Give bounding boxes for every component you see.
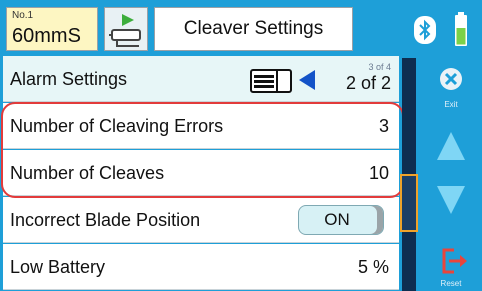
reset-label: Reset [440, 279, 462, 288]
list-item-label: Number of Cleaves [10, 163, 165, 183]
program-name: 60mmS [12, 25, 81, 47]
exit-label: Exit [444, 100, 458, 109]
page-indicator: 3 of 4 2 of 2 [346, 62, 391, 94]
list-icon[interactable] [250, 68, 292, 94]
blade-position-toggle[interactable]: ON [298, 205, 384, 235]
list-header: Alarm Settings 3 of 4 2 of 2 [3, 56, 399, 102]
page-total-small: 3 of 4 [368, 62, 391, 72]
list-item-cleaves[interactable]: Number of Cleaves 10 [3, 150, 399, 196]
program-number: No.1 [12, 10, 34, 21]
list-item-value: 3 [378, 116, 389, 136]
page-current: 2 of 2 [345, 73, 391, 93]
list-item-cleaving-errors[interactable]: Number of Cleaving Errors 3 [3, 103, 399, 149]
logout-icon [442, 248, 467, 274]
screen: No.1 60mmS Cleaver Settings Alarm Settin… [0, 0, 482, 291]
settings-list: Alarm Settings 3 of 4 2 of 2 Number of C… [3, 56, 399, 291]
scroll-up-button[interactable] [420, 124, 482, 180]
triangle-down-icon [437, 186, 465, 214]
close-circle-icon [440, 68, 462, 90]
scrollbar-thumb[interactable] [400, 174, 418, 232]
list-item-value: 10 [368, 163, 389, 183]
triangle-up-icon [437, 132, 465, 160]
bluetooth-icon [414, 16, 436, 44]
list-item-blade-position: Incorrect Blade Position ON [3, 197, 399, 243]
page-title: Cleaver Settings [154, 7, 353, 51]
battery-icon [455, 12, 467, 46]
reset-button[interactable]: Reset [420, 240, 482, 291]
list-item-label: Low Battery [10, 257, 106, 277]
mode-button[interactable] [104, 7, 148, 51]
exit-button[interactable]: Exit [420, 58, 482, 114]
list-item-low-battery[interactable]: Low Battery 5 % [3, 244, 399, 290]
play-cleaver-icon [109, 14, 141, 47]
list-item-label: Number of Cleaving Errors [10, 116, 224, 136]
list-header-label: Alarm Settings [10, 69, 128, 89]
list-item-label: Incorrect Blade Position [10, 210, 201, 230]
splice-program-badge[interactable]: No.1 60mmS [6, 7, 98, 51]
list-item-value: 5 % [357, 257, 389, 277]
scroll-down-button[interactable] [420, 180, 482, 240]
triangle-left-icon[interactable] [297, 68, 317, 92]
